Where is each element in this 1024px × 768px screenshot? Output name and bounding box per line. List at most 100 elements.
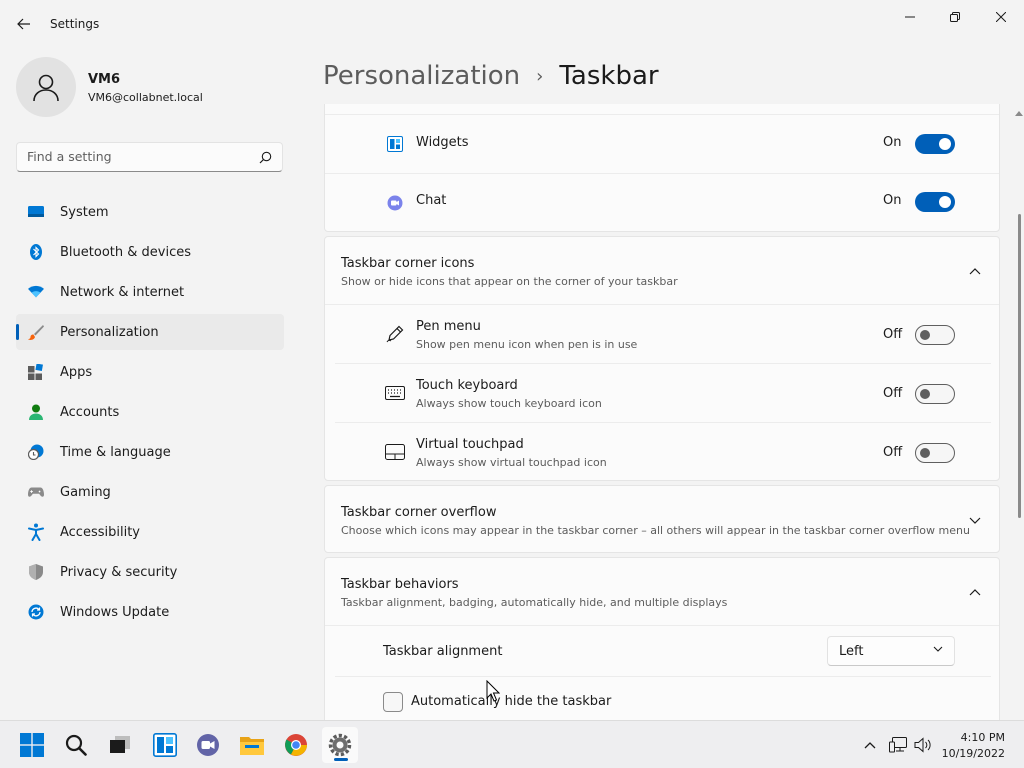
chat-state: On: [883, 193, 902, 208]
corner-overflow-card[interactable]: Taskbar corner overflow Choose which ico…: [324, 485, 1000, 553]
scrollbar-thumb[interactable]: [1018, 214, 1021, 518]
virtual-touchpad-toggle[interactable]: [915, 443, 955, 463]
network-tray-button[interactable]: [888, 735, 908, 755]
running-indicator: [334, 758, 348, 761]
corner-icons-subtitle: Show or hide icons that appear on the co…: [341, 275, 678, 288]
maximize-button[interactable]: [932, 4, 978, 30]
restore-icon: [950, 12, 960, 22]
accessibility-icon: [28, 523, 44, 541]
widgets-row[interactable]: Widgets On: [325, 115, 999, 173]
sidebar-item-label: Accessibility: [60, 524, 140, 540]
bluetooth-icon: [28, 244, 44, 260]
show-hidden-icons-button[interactable]: [860, 735, 880, 755]
chat-row[interactable]: Chat On: [325, 174, 999, 232]
sidebar-item-apps[interactable]: Apps: [16, 354, 284, 390]
apps-icon: [28, 364, 44, 380]
chat-toggle[interactable]: [915, 192, 955, 212]
scroll-up-icon[interactable]: [1015, 110, 1023, 116]
file-explorer-icon: [240, 737, 264, 755]
sidebar-item-label: System: [60, 204, 109, 220]
person-icon: [33, 74, 59, 102]
touch-keyboard-row[interactable]: Touch keyboard Always show touch keyboar…: [325, 364, 999, 422]
paintbrush-icon: [28, 324, 44, 340]
breadcrumb-parent[interactable]: Personalization: [323, 61, 520, 91]
page-title: Taskbar: [559, 61, 659, 91]
widgets-toggle[interactable]: [915, 134, 955, 154]
chat-taskbar-button[interactable]: [190, 727, 226, 763]
sidebar-item-label: Network & internet: [60, 284, 185, 300]
widgets-taskbar-button[interactable]: [147, 727, 183, 763]
autohide-row[interactable]: Automatically hide the taskbar: [325, 677, 999, 720]
sidebar-item-gaming[interactable]: Gaming: [16, 474, 284, 510]
sidebar-item-label: Bluetooth & devices: [60, 244, 191, 260]
search-box[interactable]: [16, 142, 283, 172]
app-title: Settings: [50, 17, 100, 31]
behaviors-header[interactable]: Taskbar behaviors Taskbar alignment, bad…: [325, 558, 999, 625]
pen-menu-subtitle: Show pen menu icon when pen is in use: [416, 338, 638, 351]
pen-menu-title: Pen menu: [416, 319, 481, 334]
sidebar-item-system[interactable]: System: [16, 194, 284, 230]
sidebar-item-accounts[interactable]: Accounts: [16, 394, 284, 430]
update-icon: [28, 604, 44, 620]
sidebar-item-privacy[interactable]: Privacy & security: [16, 554, 284, 590]
settings-taskbar-button[interactable]: [322, 727, 358, 763]
virtual-touchpad-subtitle: Always show virtual touchpad icon: [416, 456, 607, 469]
chrome-icon: [285, 734, 307, 756]
sidebar-item-network[interactable]: Network & internet: [16, 274, 284, 310]
task-view-button[interactable]: [102, 727, 138, 763]
breadcrumb-separator: ›: [536, 65, 544, 87]
search-icon: [65, 734, 87, 756]
gamepad-icon: [28, 484, 44, 500]
clock-date[interactable]: 10/19/2022: [942, 747, 1005, 760]
sidebar-item-windows-update[interactable]: Windows Update: [16, 594, 284, 630]
file-explorer-button[interactable]: [234, 727, 270, 763]
virtual-touchpad-row[interactable]: Virtual touchpad Always show virtual tou…: [325, 423, 999, 481]
sidebar-item-accessibility[interactable]: Accessibility: [16, 514, 284, 550]
search-icon: [259, 151, 272, 164]
corner-icons-header[interactable]: Taskbar corner icons Show or hide icons …: [325, 237, 999, 304]
title-bar: Settings: [0, 0, 1024, 48]
virtual-touchpad-title: Virtual touchpad: [416, 437, 524, 452]
widgets-label: Widgets: [416, 135, 469, 150]
virtual-touchpad-state: Off: [883, 445, 903, 460]
settings-icon: [328, 733, 352, 757]
autohide-checkbox[interactable]: [383, 692, 403, 712]
corner-overflow-subtitle: Choose which icons may appear in the tas…: [341, 524, 970, 537]
chevron-up-icon[interactable]: [965, 261, 985, 281]
user-profile[interactable]: VM6 VM6@collabnet.local: [16, 57, 296, 119]
alignment-dropdown[interactable]: Left: [827, 636, 955, 666]
user-name: VM6: [88, 72, 121, 87]
shield-icon: [28, 564, 44, 580]
chevron-up-icon[interactable]: [965, 582, 985, 602]
back-button[interactable]: [10, 12, 38, 36]
pen-menu-state: Off: [883, 327, 903, 342]
breadcrumb: Personalization › Taskbar: [323, 58, 659, 94]
start-icon: [20, 733, 44, 757]
chevron-down-icon: [933, 646, 943, 652]
pen-menu-toggle[interactable]: [915, 325, 955, 345]
sidebar-item-time-language[interactable]: Time & language: [16, 434, 284, 470]
network-icon: [889, 737, 907, 753]
clock-time[interactable]: 4:10 PM: [961, 731, 1005, 744]
touch-keyboard-toggle[interactable]: [915, 384, 955, 404]
widgets-state: On: [883, 135, 902, 150]
search-input[interactable]: [27, 149, 247, 164]
volume-tray-button[interactable]: [913, 735, 933, 755]
minimize-button[interactable]: [887, 4, 933, 30]
start-button[interactable]: [14, 727, 50, 763]
sidebar-item-bluetooth[interactable]: Bluetooth & devices: [16, 234, 284, 270]
chrome-button[interactable]: [278, 727, 314, 763]
sidebar-nav: System Bluetooth & devices Network & int…: [16, 194, 284, 634]
pen-menu-row[interactable]: Pen menu Show pen menu icon when pen is …: [325, 305, 999, 363]
user-email: VM6@collabnet.local: [88, 91, 203, 104]
sidebar-item-personalization[interactable]: Personalization: [16, 314, 284, 350]
touch-keyboard-title: Touch keyboard: [416, 378, 518, 393]
touchpad-icon: [385, 442, 405, 462]
chevron-down-icon[interactable]: [965, 510, 985, 530]
clock-globe-icon: [28, 444, 44, 460]
sidebar-item-label: Personalization: [60, 324, 159, 340]
taskbar-search-button[interactable]: [58, 727, 94, 763]
close-button[interactable]: [978, 4, 1024, 30]
task-view-icon: [110, 736, 130, 753]
close-icon: [996, 12, 1006, 22]
